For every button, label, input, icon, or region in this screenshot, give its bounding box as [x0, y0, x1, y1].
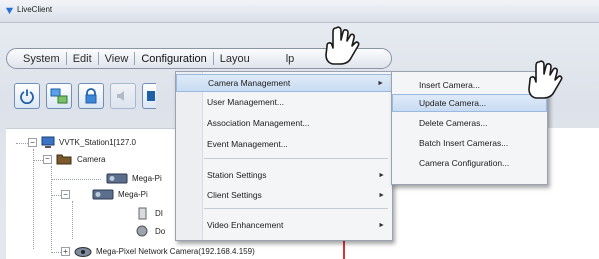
menu-item-label: Update Camera... [419, 98, 487, 108]
tree-node-digital-input[interactable]: DI [138, 207, 163, 220]
submenu-arrow-icon: ► [378, 221, 385, 229]
collapse-toggle[interactable]: − [28, 138, 37, 147]
menu-item-camera-configuration[interactable]: Camera Configuration... [392, 154, 547, 172]
tree-label-do: Do [155, 226, 166, 236]
menu-item-insert-camera[interactable]: Insert Camera... [392, 76, 547, 94]
tree-connector [33, 160, 43, 161]
menu-item-event-management[interactable]: Event Management... [176, 135, 392, 153]
tree-connector [51, 195, 61, 196]
toolbar [14, 83, 156, 113]
tree-label-station: VVTK_Station1[127.0 [59, 138, 136, 147]
tree-connector [16, 143, 28, 144]
tree-connector [33, 149, 34, 249]
camera-icon [92, 189, 114, 200]
speaker-icon [117, 91, 124, 101]
tree-label-di: DI [155, 209, 163, 218]
menu-layout[interactable]: Layou [214, 53, 256, 65]
tree-label-camera-group: Camera [77, 154, 106, 164]
hand-pointer-icon [528, 60, 563, 99]
submenu-arrow-icon: ► [377, 79, 384, 87]
menu-item-camera-management[interactable]: Camera Management ► [176, 74, 392, 92]
next-toolbar-button[interactable] [142, 83, 156, 109]
tree-connector [72, 201, 73, 239]
app-window: LiveClient System Edit View Configuratio… [0, 0, 599, 259]
menu-item-label: Video Enhancement [207, 220, 284, 230]
menu-item-delete-cameras[interactable]: Delete Cameras... [392, 114, 547, 132]
camera-icon [106, 173, 128, 184]
menu-item-label: Event Management... [207, 139, 288, 149]
menu-configuration[interactable]: Configuration [135, 53, 212, 65]
tree-node-camera[interactable]: Mega-Pi [106, 173, 162, 184]
tree-label-camera: Mega-Pi [132, 174, 162, 183]
menu-item-label: Batch Insert Cameras... [419, 138, 509, 148]
menu-separator [204, 158, 388, 159]
power-button[interactable] [14, 83, 40, 109]
menu-item-client-settings[interactable]: Client Settings ► [176, 186, 392, 204]
menu-item-batch-insert-cameras[interactable]: Batch Insert Cameras... [392, 134, 547, 152]
tree-connector [51, 252, 61, 253]
window-title: LiveClient [17, 5, 53, 14]
expand-toggle[interactable]: + [61, 247, 70, 256]
app-logo-icon [5, 7, 14, 15]
menu-item-user-management[interactable]: User Management... [176, 93, 392, 111]
dome-camera-icon [74, 247, 92, 257]
menu-item-label: User Management... [207, 97, 285, 107]
lock-button[interactable] [78, 83, 104, 109]
menu-view[interactable]: View [99, 53, 135, 65]
menu-item-association-management[interactable]: Association Management... [176, 114, 392, 132]
lock-icon [85, 88, 97, 104]
network-button[interactable] [46, 83, 72, 109]
menu-separator [204, 208, 388, 209]
folder-icon [56, 154, 72, 165]
collapse-toggle[interactable]: − [61, 190, 70, 199]
computer-icon [41, 136, 55, 148]
tree-label-camera-full: Mega-Pixel Network Camera(192.168.4.159) [96, 247, 255, 256]
digital-input-icon [138, 207, 147, 220]
tree-node-camera[interactable]: − Mega-Pi [61, 189, 148, 200]
submenu-arrow-icon: ► [378, 191, 385, 199]
submenu-arrow-icon: ► [378, 171, 385, 179]
hand-pointer-icon [325, 26, 360, 65]
menu-help[interactable]: lp [256, 53, 301, 65]
configuration-menu: Camera Management ► User Management... A… [175, 71, 393, 241]
menu-item-video-enhancement[interactable]: Video Enhancement ► [176, 216, 392, 234]
title-bar: LiveClient [0, 0, 599, 23]
menu-item-label: Station Settings [207, 170, 267, 180]
menu-system[interactable]: System [17, 53, 66, 65]
network-icon [50, 88, 68, 104]
menu-item-update-camera[interactable]: Update Camera... [392, 94, 547, 112]
speaker-button[interactable] [110, 83, 136, 109]
tree-node-camera-group[interactable]: − Camera [43, 153, 105, 165]
power-icon [20, 89, 34, 104]
menu-edit[interactable]: Edit [67, 53, 98, 65]
tree-connector [51, 179, 101, 180]
tree-label-camera: Mega-Pi [118, 190, 148, 199]
menu-item-station-settings[interactable]: Station Settings ► [176, 166, 392, 184]
tree-node-station[interactable]: − VVTK_Station1[127.0 [28, 136, 136, 149]
blue-square-icon [146, 91, 155, 101]
tree-node-camera[interactable]: + Mega-Pixel Network Camera(192.168.4.15… [61, 246, 255, 257]
menu-item-label: Association Management... [207, 118, 310, 128]
menu-item-label: Client Settings [207, 190, 262, 200]
digital-output-icon [136, 225, 148, 237]
collapse-toggle[interactable]: − [43, 154, 52, 164]
menu-item-label: Camera Configuration... [419, 158, 510, 168]
menu-item-label: Camera Management [208, 78, 291, 88]
menu-item-label: Insert Camera... [419, 80, 480, 90]
tree-node-digital-output[interactable]: Do [136, 225, 165, 237]
menu-item-label: Delete Cameras... [419, 118, 488, 128]
